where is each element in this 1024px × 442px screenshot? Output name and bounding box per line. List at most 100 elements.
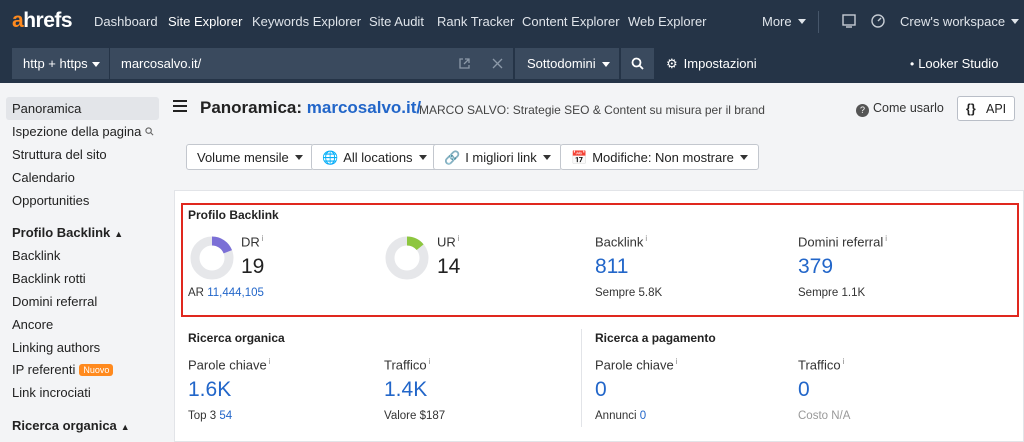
- globe-icon: 🌐: [322, 150, 339, 165]
- scope-label: Sottodomini: [527, 56, 596, 71]
- protocol-label: http + https: [23, 56, 88, 71]
- collapse-arrow-icon: ▲: [114, 229, 124, 239]
- protocol-select[interactable]: http + https: [12, 48, 109, 79]
- sidebar-item-backlink-rotti[interactable]: Backlink rotti: [12, 271, 86, 286]
- question-icon: ?: [856, 104, 869, 117]
- info-icon[interactable]: i: [843, 357, 845, 366]
- top-navigation: ahrefs Dashboard Site Explorer Keywords …: [0, 0, 1024, 44]
- chevron-down-icon: [542, 155, 551, 160]
- nav-web-explorer[interactable]: Web Explorer: [628, 14, 707, 29]
- nav-keywords-explorer[interactable]: Keywords Explorer: [252, 14, 361, 29]
- monitor-icon[interactable]: [841, 13, 857, 29]
- dr-donut-chart: [190, 236, 234, 280]
- paid-ads: Annunci 0: [595, 410, 647, 422]
- target-url-input[interactable]: marcosalvo.it/: [110, 48, 513, 79]
- organic-title: Ricerca organica: [188, 331, 285, 345]
- chevron-down-icon: [602, 62, 610, 67]
- changes-filter[interactable]: 📅 Modifiche: Non mostrare: [560, 144, 759, 170]
- chevron-down-icon: [797, 19, 806, 24]
- ads-value[interactable]: 0: [640, 410, 646, 422]
- page-title: Panoramica: marcosalvo.it/: [200, 98, 422, 117]
- ar-stat: AR 11,444,105: [188, 287, 264, 299]
- section-divider: [581, 329, 582, 427]
- nav-dashboard[interactable]: Dashboard: [94, 14, 158, 29]
- page-title-domain[interactable]: marcosalvo.it/: [307, 98, 421, 117]
- paid-keywords-label: Parole chiave i: [595, 357, 678, 373]
- looker-studio-icon: •: [910, 57, 915, 71]
- ar-value[interactable]: 11,444,105: [207, 287, 264, 299]
- sidebar-section-organic[interactable]: Ricerca organica ▲: [12, 418, 130, 433]
- organic-traffic-value[interactable]: 1.4K: [384, 378, 427, 402]
- gear-icon: ⚙: [666, 56, 678, 71]
- looker-studio-button[interactable]: • Looker Studio: [910, 56, 998, 74]
- backlinks-value[interactable]: 811: [595, 255, 628, 279]
- sidebar-item-opportunities[interactable]: Opportunities: [12, 193, 89, 208]
- menu-icon[interactable]: [173, 100, 187, 112]
- organic-keywords-label: Parole chiave i: [188, 357, 271, 373]
- backlink-profile-title: Profilo Backlink: [188, 208, 279, 222]
- backlinks-label: Backlink i: [595, 234, 648, 250]
- search-button[interactable]: [621, 48, 654, 79]
- ref-domains-value[interactable]: 379: [798, 255, 833, 279]
- sidebar-item-backlink[interactable]: Backlink: [12, 248, 60, 263]
- top3-value[interactable]: 54: [219, 410, 232, 422]
- volume-filter[interactable]: Volume mensile: [186, 144, 314, 170]
- page-subtitle: MARCO SALVO: Strategie SEO & Content su …: [419, 103, 765, 117]
- paid-cost: Costo N/A: [798, 410, 851, 422]
- scope-select[interactable]: Sottodomini: [515, 48, 619, 79]
- info-icon[interactable]: i: [458, 234, 460, 243]
- search-icon: [145, 127, 154, 136]
- sidebar-item-ancore[interactable]: Ancore: [12, 317, 53, 332]
- sidebar-section-backlink[interactable]: Profilo Backlink ▲: [12, 225, 123, 240]
- nav-content-explorer[interactable]: Content Explorer: [522, 14, 620, 29]
- target-search-bar: http + https marcosalvo.it/ Sottodomini …: [0, 44, 1024, 83]
- workspace-menu[interactable]: Crew's workspace: [900, 14, 1020, 29]
- best-links-filter[interactable]: 🔗 I migliori link: [433, 144, 562, 170]
- chevron-down-icon: [294, 155, 303, 160]
- paid-keywords-value[interactable]: 0: [595, 378, 607, 402]
- chevron-down-icon: [1011, 19, 1020, 24]
- help-link[interactable]: ? Come usarlo: [856, 101, 944, 117]
- info-icon[interactable]: i: [429, 357, 431, 366]
- organic-traffic-value-usd: Valore $187: [384, 410, 446, 422]
- info-icon[interactable]: i: [262, 234, 264, 243]
- nav-more-menu[interactable]: More: [762, 14, 806, 29]
- sidebar-item-ispezione[interactable]: Ispezione della pagina: [12, 124, 154, 139]
- code-braces-icon: {}: [966, 102, 976, 116]
- sidebar-item-ip-referenti[interactable]: IP referenti Nuovo: [12, 362, 114, 377]
- nav-site-explorer[interactable]: Site Explorer: [168, 14, 242, 29]
- main-content: Panoramica: marcosalvo.it/ MARCO SALVO: …: [166, 83, 1024, 442]
- ur-donut-chart: [385, 236, 429, 280]
- sidebar-item-link-incrociati[interactable]: Link incrociati: [12, 385, 91, 400]
- ur-value: 14: [437, 255, 461, 278]
- organic-top3: Top 3 54: [188, 410, 233, 422]
- search-icon: [631, 57, 644, 70]
- info-icon[interactable]: i: [269, 357, 271, 366]
- info-icon[interactable]: i: [885, 234, 887, 243]
- external-link-icon[interactable]: [458, 57, 471, 70]
- info-icon[interactable]: i: [645, 234, 647, 243]
- ahrefs-logo[interactable]: ahrefs: [12, 9, 73, 33]
- sidebar-item-linking-authors[interactable]: Linking authors: [12, 340, 100, 355]
- organic-keywords-value[interactable]: 1.6K: [188, 378, 231, 402]
- calendar-icon: 📅: [571, 150, 588, 165]
- paid-traffic-value[interactable]: 0: [798, 378, 810, 402]
- paid-traffic-label: Traffico i: [798, 357, 845, 373]
- link-icon: 🔗: [444, 150, 461, 165]
- clear-icon[interactable]: [492, 58, 503, 69]
- target-url-value: marcosalvo.it/: [121, 56, 202, 71]
- gauge-icon[interactable]: [870, 13, 886, 29]
- location-filter[interactable]: 🌐 All locations: [311, 144, 438, 170]
- sidebar-item-calendario[interactable]: Calendario: [12, 170, 75, 185]
- chevron-down-icon: [418, 155, 427, 160]
- sidebar-item-struttura[interactable]: Struttura del sito: [12, 147, 107, 162]
- sidebar-item-domini-referral[interactable]: Domini referral: [12, 294, 97, 309]
- api-button[interactable]: {} API: [957, 96, 1015, 121]
- nav-rank-tracker[interactable]: Rank Tracker: [437, 14, 514, 29]
- ref-domains-alltime: Sempre 1.1K: [798, 287, 866, 299]
- sidebar-item-panoramica[interactable]: Panoramica: [12, 101, 81, 116]
- info-icon[interactable]: i: [676, 357, 678, 366]
- nav-site-audit[interactable]: Site Audit: [369, 14, 424, 29]
- settings-button[interactable]: ⚙ Impostazioni: [666, 56, 757, 74]
- page-header: Panoramica: marcosalvo.it/ MARCO SALVO: …: [166, 83, 1024, 133]
